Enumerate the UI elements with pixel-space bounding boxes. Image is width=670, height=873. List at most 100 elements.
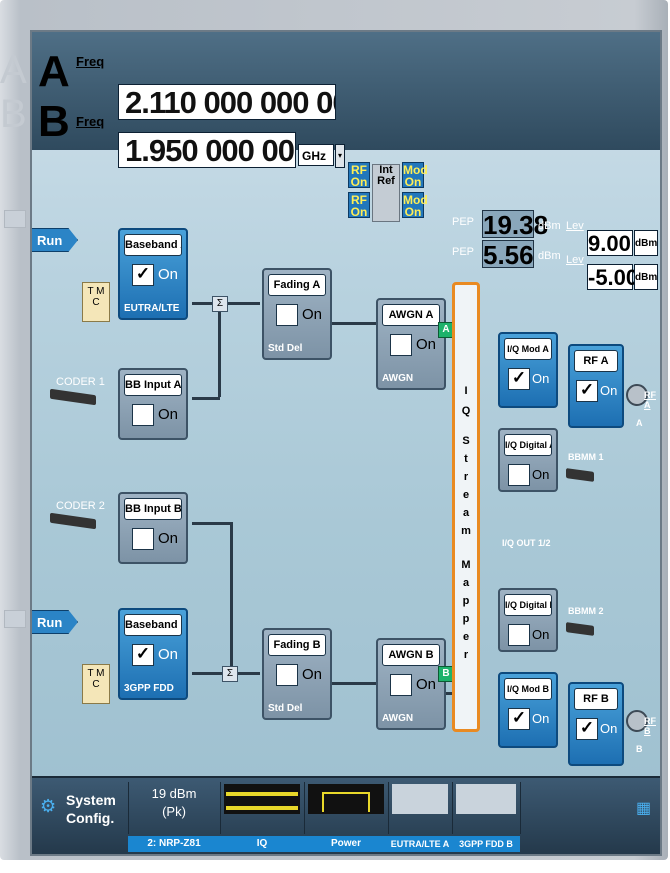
- instrument-screen: A B Freq Freq 2.110 000 000 00 1.950 000…: [30, 30, 662, 856]
- power-trace-thumb: [308, 784, 384, 814]
- freq-b-field[interactable]: 1.950 000 000 00: [118, 132, 296, 168]
- mapper-char: t: [464, 453, 468, 465]
- mod-b-on-toggle[interactable]: Mod On: [402, 192, 428, 218]
- baseband-b-block[interactable]: Baseband B ✓ On 3GPP FDD: [118, 608, 188, 700]
- baseband-a-block[interactable]: Baseband A ✓ On EUTRA/LTE: [118, 228, 188, 320]
- block-title: Baseband A: [124, 234, 182, 256]
- iq-mod-a-block[interactable]: I/Q Mod A ✓ On: [498, 332, 558, 408]
- path-b-indicator: B: [38, 97, 70, 146]
- lev-b-unit[interactable]: dBm: [634, 264, 658, 290]
- fading-a-block[interactable]: Fading A On Std Del: [262, 268, 332, 360]
- block-state: On: [532, 371, 550, 386]
- mapper-char: a: [462, 577, 470, 589]
- power-scope-tile[interactable]: Power: [304, 782, 389, 852]
- rf-a-block[interactable]: RF A ✓ On: [568, 344, 624, 428]
- mapper-char: m: [461, 525, 471, 537]
- check-icon[interactable]: ✓: [508, 708, 530, 730]
- lev-a-label[interactable]: Lev: [566, 220, 584, 232]
- pep-a-value: 19.38: [482, 210, 549, 240]
- mod-a-on-toggle[interactable]: Mod On: [402, 162, 428, 188]
- block-title: Baseband B: [124, 614, 182, 636]
- checkbox-unchecked[interactable]: [508, 464, 530, 486]
- signal-wire: [236, 672, 260, 675]
- power-sensor-tile[interactable]: 19 dBm (Pk) 2: NRP-Z81: [128, 782, 221, 852]
- path-a-indicator: A: [38, 47, 70, 96]
- pep-a-unit: dBm: [538, 220, 561, 232]
- iq-digital-a-block[interactable]: I/Q Digital A On: [498, 428, 558, 492]
- bezel-decor: AB: [0, 48, 27, 136]
- int-ref-toggle[interactable]: Int Ref: [372, 164, 400, 222]
- freq-a-field[interactable]: 2.110 000 000 00: [118, 84, 336, 120]
- pep-b-unit: dBm: [538, 250, 561, 262]
- pep-b-label: PEP: [452, 246, 475, 258]
- trigger-marker-clock-a[interactable]: T M C: [82, 282, 110, 322]
- awgn-a-block[interactable]: AWGN A On AWGN: [376, 298, 446, 390]
- iq-stream-mapper[interactable]: I Q S t r e a m M a p p e r: [452, 282, 480, 732]
- rf-a-label: RF A: [644, 390, 656, 410]
- freq-b-label[interactable]: Freq: [76, 114, 104, 129]
- mapper-char: Q: [461, 405, 471, 417]
- checkbox-unchecked[interactable]: [390, 674, 412, 696]
- run-button-a[interactable]: Run: [32, 228, 78, 252]
- chevron-down-icon[interactable]: ▾: [335, 144, 345, 168]
- trigger-marker-clock-b[interactable]: T M C: [82, 664, 110, 704]
- rf-a-on-toggle[interactable]: RF On: [348, 162, 370, 188]
- bezel-key[interactable]: [4, 210, 26, 228]
- iq-scope-tile[interactable]: IQ: [220, 782, 305, 852]
- check-icon[interactable]: ✓: [132, 264, 154, 286]
- mapper-char: r: [463, 649, 469, 661]
- system-config-button[interactable]: ⚙ System Config.: [32, 782, 129, 834]
- iq-trace-thumb: [224, 784, 300, 814]
- block-title: I/Q Mod B: [504, 678, 552, 700]
- signal-wire: [332, 322, 376, 325]
- system-label: System: [66, 792, 116, 808]
- eutra-tile[interactable]: EUTRA/LTE A: [388, 782, 453, 852]
- block-state: On: [158, 406, 179, 423]
- 3gpp-tile[interactable]: 3GPP FDD B: [452, 782, 521, 852]
- signal-wire: [218, 307, 221, 397]
- bb-input-b-block[interactable]: BB Input B On: [118, 492, 188, 564]
- block-state: On: [158, 530, 179, 547]
- freq-unit-select[interactable]: GHz: [298, 144, 334, 166]
- taskbar: ⚙ System Config. 19 dBm (Pk) 2: NRP-Z81 …: [32, 776, 660, 854]
- pep-b-value: 5.56: [482, 240, 534, 270]
- run-button-b[interactable]: Run: [32, 610, 78, 634]
- awgn-b-block[interactable]: AWGN B On AWGN: [376, 638, 446, 730]
- power-label: Power: [304, 836, 388, 852]
- block-state: On: [302, 306, 323, 323]
- checkbox-unchecked[interactable]: [508, 624, 530, 646]
- block-state: On: [302, 666, 323, 683]
- rf-b-block[interactable]: RF B ✓ On: [568, 682, 624, 766]
- rf-b-on-toggle[interactable]: RF On: [348, 192, 370, 218]
- signal-wire: [192, 302, 212, 305]
- lev-a-unit[interactable]: dBm: [634, 230, 658, 256]
- fading-b-block[interactable]: Fading B On Std Del: [262, 628, 332, 720]
- gear-icon: ⚙: [40, 796, 57, 816]
- checkbox-unchecked[interactable]: [276, 664, 298, 686]
- freq-a-label[interactable]: Freq: [76, 54, 104, 69]
- mapper-char: e: [462, 489, 470, 501]
- bb-input-a-block[interactable]: BB Input A On: [118, 368, 188, 440]
- check-icon[interactable]: ✓: [132, 644, 154, 666]
- signal-wire: [192, 672, 222, 675]
- check-icon[interactable]: ✓: [576, 718, 598, 740]
- iq-digital-b-block[interactable]: I/Q Digital B On: [498, 588, 558, 652]
- checkbox-unchecked[interactable]: [276, 304, 298, 326]
- lev-b-label[interactable]: Lev: [566, 254, 584, 266]
- checkbox-unchecked[interactable]: [390, 334, 412, 356]
- lev-a-field[interactable]: 9.00: [587, 230, 633, 256]
- checkbox-unchecked[interactable]: [132, 404, 154, 426]
- bezel-key[interactable]: [4, 610, 26, 628]
- signal-wire: [226, 302, 260, 305]
- window-grid-icon[interactable]: ▦: [636, 798, 654, 817]
- mapper-char: M: [461, 559, 471, 571]
- block-state: On: [158, 266, 179, 283]
- checkbox-unchecked[interactable]: [132, 528, 154, 550]
- check-icon[interactable]: ✓: [508, 368, 530, 390]
- rf-b-label: RF B: [644, 716, 656, 736]
- check-icon[interactable]: ✓: [576, 380, 598, 402]
- block-title: AWGN B: [382, 644, 440, 666]
- iq-mod-b-block[interactable]: I/Q Mod B ✓ On: [498, 672, 558, 748]
- mapper-char: S: [462, 435, 470, 447]
- lev-b-field[interactable]: -5.00: [587, 264, 638, 290]
